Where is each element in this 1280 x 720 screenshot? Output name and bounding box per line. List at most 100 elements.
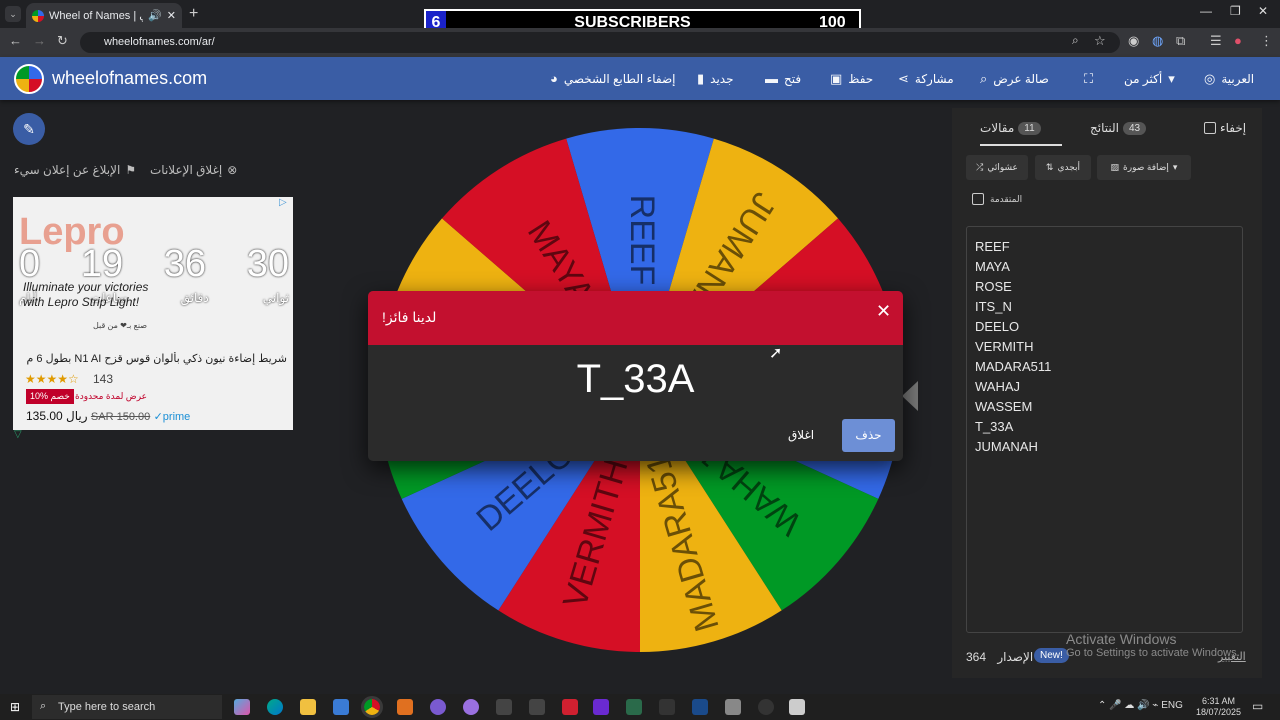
url-input[interactable]: wheelofnames.com/ar/ [80, 32, 1120, 53]
browser-menu-icon[interactable]: ⋮ [1260, 33, 1273, 49]
shuffle-label: عشوائي [987, 162, 1018, 172]
entries-count: 11 [1018, 121, 1041, 135]
app-icon-a[interactable] [397, 699, 413, 715]
hide-toggle[interactable]: إخفاء [1204, 121, 1246, 135]
reload-icon[interactable]: ↻ [57, 33, 68, 49]
language-button[interactable]: ◎ العربية [1204, 71, 1254, 87]
edit-button[interactable]: ✎ [13, 113, 45, 145]
app-icon-e[interactable] [529, 699, 545, 715]
edge-icon[interactable] [267, 699, 283, 715]
back-icon[interactable]: ← [9, 33, 22, 48]
fullscreen-button[interactable]: ⛶ [1084, 71, 1093, 87]
close-ads-label: إغلاق الإعلانات [150, 163, 223, 177]
tab-results[interactable]: النتائج 43 [1090, 121, 1147, 135]
app-icon-d[interactable] [496, 699, 512, 715]
entry-line: DEELO [975, 319, 1020, 334]
close-circle-icon: ⊗ [227, 163, 238, 177]
ad-seconds: 30 [246, 243, 289, 285]
share-label: مشاركة [914, 72, 954, 86]
app-icon-b[interactable] [430, 699, 446, 715]
new-tab-button[interactable]: + [189, 5, 198, 23]
extension-audio-icon[interactable]: ◍ [1152, 33, 1163, 49]
taskbar-search[interactable]: Type here to search [32, 695, 222, 719]
app-icon-k[interactable] [758, 699, 774, 715]
close-ads-link[interactable]: إغلاق الإعلانات ⊗ [150, 163, 237, 177]
minimize-icon[interactable]: — [1200, 4, 1212, 18]
steam-icon[interactable] [692, 699, 708, 715]
app-icon-c[interactable] [463, 699, 479, 715]
version-label: الإصدار [997, 650, 1034, 664]
report-ad-link[interactable]: الإبلاغ عن إعلان سيء ⚑ [14, 163, 136, 177]
close-icon[interactable]: ✕ [876, 301, 891, 322]
windows-activation-watermark: Activate Windows Go to Settings to activ… [1066, 631, 1240, 659]
sort-button[interactable]: ⇅ أبجدي [1035, 155, 1091, 180]
entry-line: WASSEM [975, 399, 1033, 414]
ad-info-icon[interactable]: ▽ [14, 429, 22, 440]
customize-button[interactable]: ◕ إضفاء الطابع الشخصي [550, 71, 676, 86]
entry-line: ITS_N [975, 299, 1012, 314]
entries-label: مقالات [980, 121, 1015, 135]
pencil-icon: ✎ [23, 121, 35, 137]
wheel-segment-label: REEF [623, 195, 661, 286]
ad-product-title[interactable]: شريط إضاءة نيون ذكي بألوان قوس قزح N1 AI… [25, 352, 287, 365]
save-button[interactable]: ▣ حفظ [830, 71, 873, 87]
copilot-icon[interactable] [234, 699, 250, 715]
app-icon-g[interactable] [593, 699, 609, 715]
forward-icon[interactable]: → [33, 33, 46, 48]
zoom-icon[interactable]: ⌕ [1072, 33, 1079, 48]
restore-icon[interactable]: ❐ [1230, 4, 1241, 18]
delete-button[interactable]: حذف [842, 419, 895, 452]
search-icon: ⌕ [40, 700, 47, 712]
chrome-icon[interactable] [361, 696, 383, 718]
taskbar-clock[interactable]: 6:31 AM 18/07/2025 [1196, 696, 1241, 718]
close-tab-icon[interactable]: ✕ [167, 9, 176, 22]
advanced-checkbox[interactable] [972, 193, 984, 205]
profile-avatar[interactable]: ● [1234, 33, 1242, 48]
tab-entries[interactable]: مقالات 11 [980, 121, 1041, 135]
extensions-puzzle-icon[interactable]: ⧉ [1176, 33, 1185, 49]
close-window-icon[interactable]: ✕ [1258, 4, 1268, 18]
bookmark-star-icon[interactable]: ☆ [1094, 33, 1106, 49]
app-icon-j[interactable] [725, 699, 741, 715]
browser-tab[interactable]: Wheel of Names | العشوائي... 🔊 ✕ [26, 3, 182, 28]
app-icon-i[interactable] [659, 699, 675, 715]
logo-icon[interactable] [14, 64, 44, 94]
app-icon-l[interactable] [789, 699, 805, 715]
extension-icon[interactable]: ◉ [1128, 33, 1139, 49]
tab-search-button[interactable]: ⌄ [5, 6, 21, 22]
adchoices-icon[interactable]: ▷ [279, 197, 287, 208]
app-icon-h[interactable] [626, 699, 642, 715]
file-explorer-icon[interactable] [300, 699, 316, 715]
system-tray[interactable]: ⌃ 🎤 ☁ 🔊 ⌁ ENG [1098, 700, 1183, 711]
windows-start-icon[interactable]: ⊞ [10, 700, 20, 714]
entry-line: T_33A [975, 419, 1014, 434]
gallery-button[interactable]: ⌕ صالة عرض [980, 71, 1049, 87]
advanced-label: المتقدمة [990, 193, 1023, 204]
store-icon[interactable] [333, 699, 349, 715]
more-button[interactable]: أكثر من ▾ [1124, 71, 1175, 87]
hide-checkbox[interactable] [1204, 122, 1216, 134]
open-button[interactable]: ▬ فتح [765, 71, 801, 86]
mouse-cursor-icon: ➚ [769, 345, 783, 362]
add-image-button[interactable]: ▨ إضافة صورة ▾ [1097, 155, 1191, 180]
entry-line: JUMANAH [975, 439, 1038, 454]
close-button[interactable]: اغلاق [788, 428, 814, 442]
speaker-icon[interactable]: 🔊 [148, 9, 162, 22]
new-badge: New! [1034, 648, 1069, 663]
ad-unit-minutes: دقائق [180, 291, 209, 305]
app-icon-f[interactable] [562, 699, 578, 715]
favicon-icon [32, 9, 44, 22]
version-info: 364 الإصدار [966, 650, 1033, 664]
advanced-toggle[interactable]: المتقدمة [972, 193, 1022, 205]
entries-textarea[interactable]: REEF MAYA ROSE ITS_N DEELO VERMITH MADAR… [966, 226, 1243, 633]
advertisement[interactable]: Lepro 0 19 36 30 أيام ساعات دقائق ثواني … [13, 197, 293, 430]
brand-name[interactable]: wheelofnames.com [52, 68, 207, 89]
share-button[interactable]: ⋖ مشاركة [898, 71, 954, 87]
globe-icon: ◎ [1204, 71, 1216, 86]
tab-groups-icon[interactable]: ☰ [1210, 33, 1222, 49]
notification-icon[interactable]: ▭ [1252, 699, 1263, 713]
wheel-pointer [902, 381, 918, 411]
shuffle-button[interactable]: ⤮ عشوائي [966, 155, 1028, 180]
ad-unit-seconds: ثواني [262, 291, 289, 305]
new-button[interactable]: ▮ جديد [697, 71, 734, 87]
